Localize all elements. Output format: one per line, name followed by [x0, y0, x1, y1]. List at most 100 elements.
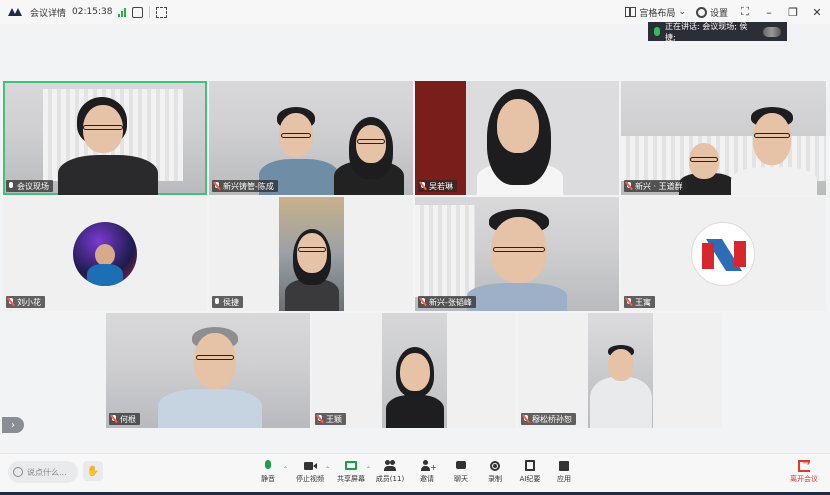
participant-name: 新兴-张韬峰: [429, 297, 472, 307]
mic-muted-icon: [420, 298, 426, 306]
apps-button[interactable]: 应用: [544, 460, 584, 484]
participant-name: 新兴铸管-陈成: [223, 181, 274, 191]
meeting-window: 会议详情 02:15:38 宫格布局 ⌄ 设置 ⛶ – ❐ ✕ 正在讲话: 会议…: [0, 0, 830, 495]
members-button[interactable]: 成员(11): [370, 460, 410, 484]
mark-icon[interactable]: [156, 6, 168, 18]
share-screen-icon: [345, 460, 357, 472]
participant-name: 新兴 · 王道群: [635, 181, 683, 191]
restore-button[interactable]: ❐: [786, 6, 800, 19]
apps-label: 应用: [557, 475, 571, 483]
close-button[interactable]: ✕: [810, 6, 824, 19]
avatar: [691, 222, 755, 286]
expand-panel-button[interactable]: ›: [2, 417, 24, 433]
minimize-button[interactable]: –: [762, 6, 776, 19]
mic-muted-icon: [523, 415, 529, 423]
chat-placeholder: 说点什么...: [27, 467, 67, 477]
video-options-caret[interactable]: ⌃: [325, 466, 330, 473]
share-screen-button[interactable]: 共享屏幕: [331, 460, 371, 484]
mic-muted-icon: [626, 298, 632, 306]
mic-muted-icon: [111, 415, 117, 423]
camera-icon: [304, 460, 317, 472]
participant-name: 何根: [120, 414, 136, 424]
video-tile[interactable]: 侯捷: [209, 197, 413, 311]
settings-label: 设置: [709, 8, 728, 19]
video-tile[interactable]: 新兴铸管-陈成: [209, 81, 413, 195]
record-label: 录制: [488, 475, 502, 483]
video-tile[interactable]: 何根: [106, 313, 310, 428]
video-tile[interactable]: 新兴 · 王道群: [621, 81, 826, 195]
chat-icon: [455, 460, 467, 472]
participant-name: 王寓: [635, 297, 651, 307]
company-logo-icon: [702, 239, 746, 271]
video-tile[interactable]: 新兴-张韬峰: [415, 197, 619, 311]
leave-label: 离开会议: [790, 475, 818, 483]
gear-icon: [695, 6, 707, 18]
stop-video-button[interactable]: 停止视频: [290, 460, 330, 484]
meeting-info-link[interactable]: 会议详情: [30, 6, 66, 19]
quick-chat-input[interactable]: 说点什么...: [8, 461, 78, 483]
mic-muted-icon: [420, 182, 426, 190]
mic-muted-icon: [317, 415, 323, 423]
speaker-avatar: [763, 26, 781, 37]
video-tile[interactable]: 穆松桥孙恕: [518, 313, 722, 428]
fullscreen-icon[interactable]: ⛶: [738, 5, 752, 19]
mute-options-caret[interactable]: ⌃: [283, 466, 288, 473]
record-icon: [489, 460, 501, 472]
divider: [149, 6, 151, 18]
layout-button[interactable]: 宫格布局 ⌄: [625, 6, 686, 19]
members-label: 成员(11): [375, 475, 405, 483]
name-tag: 会议现场: [6, 180, 53, 192]
grid-layout-icon: [625, 7, 637, 17]
participant-figure: [731, 167, 817, 195]
participant-figure: [467, 283, 567, 311]
participant-name: 侯捷: [223, 297, 239, 307]
ai-minutes-label: AI纪要: [519, 475, 541, 483]
share-out-icon[interactable]: [132, 6, 144, 18]
video-tile[interactable]: 王颖: [312, 313, 516, 428]
name-tag: 新兴 · 王道群: [624, 180, 687, 192]
top-left-group: 会议详情 02:15:38: [8, 6, 168, 19]
portrait-video: [382, 313, 447, 428]
participant-figure: [58, 155, 158, 195]
bottom-toolbar: 说点什么... ✋ 静音 ⌃ 停止视频 ⌃ 共享屏幕 ⌃ 成员(11) + 邀请: [0, 453, 830, 495]
participant-name: 王颖: [326, 414, 342, 424]
mic-icon: [214, 298, 220, 306]
video-tile[interactable]: 刘小花: [3, 197, 207, 311]
hand-icon: ✋: [86, 465, 100, 477]
apps-icon: [558, 460, 570, 472]
mic-muted-icon: [214, 182, 220, 190]
video-tile[interactable]: 王寓: [621, 197, 826, 311]
speaking-mic-icon: [654, 27, 660, 36]
name-tag: 侯捷: [212, 296, 243, 308]
mute-button[interactable]: 静音: [248, 460, 288, 484]
mute-label: 静音: [261, 475, 275, 483]
participant-name: 吴若琳: [429, 181, 453, 191]
video-tile[interactable]: 会议现场: [3, 81, 207, 195]
speaking-text: 正在讲话: 会议现场; 侯捷;: [664, 21, 748, 42]
portrait-video: [279, 197, 344, 311]
raise-hand-button[interactable]: ✋: [83, 461, 103, 481]
portrait-video: [588, 313, 653, 428]
video-tile[interactable]: 吴若琳: [415, 81, 619, 195]
leave-meeting-button[interactable]: 离开会议: [790, 458, 818, 484]
chevron-down-icon: ⌄: [678, 7, 686, 17]
emoji-icon[interactable]: [13, 467, 23, 477]
ai-notes-icon: [524, 460, 536, 472]
share-label: 共享屏幕: [337, 475, 365, 483]
avatar: [73, 222, 137, 286]
name-tag: 王寓: [624, 296, 655, 308]
stop-video-label: 停止视频: [296, 475, 324, 483]
participant-name: 刘小花: [17, 297, 41, 307]
name-tag: 穆松桥孙恕: [521, 413, 576, 425]
mic-muted-icon: [626, 182, 632, 190]
mic-icon: [8, 182, 14, 190]
add-user-icon: +: [421, 460, 437, 472]
members-icon: [384, 460, 396, 472]
signal-icon[interactable]: [118, 7, 127, 17]
name-tag: 何根: [109, 413, 140, 425]
chat-label: 聊天: [454, 475, 468, 483]
record-button[interactable]: 录制: [475, 460, 515, 484]
settings-button[interactable]: 设置: [695, 6, 728, 19]
participant-name: 穆松桥孙恕: [532, 414, 572, 424]
participant-figure: [158, 389, 262, 428]
